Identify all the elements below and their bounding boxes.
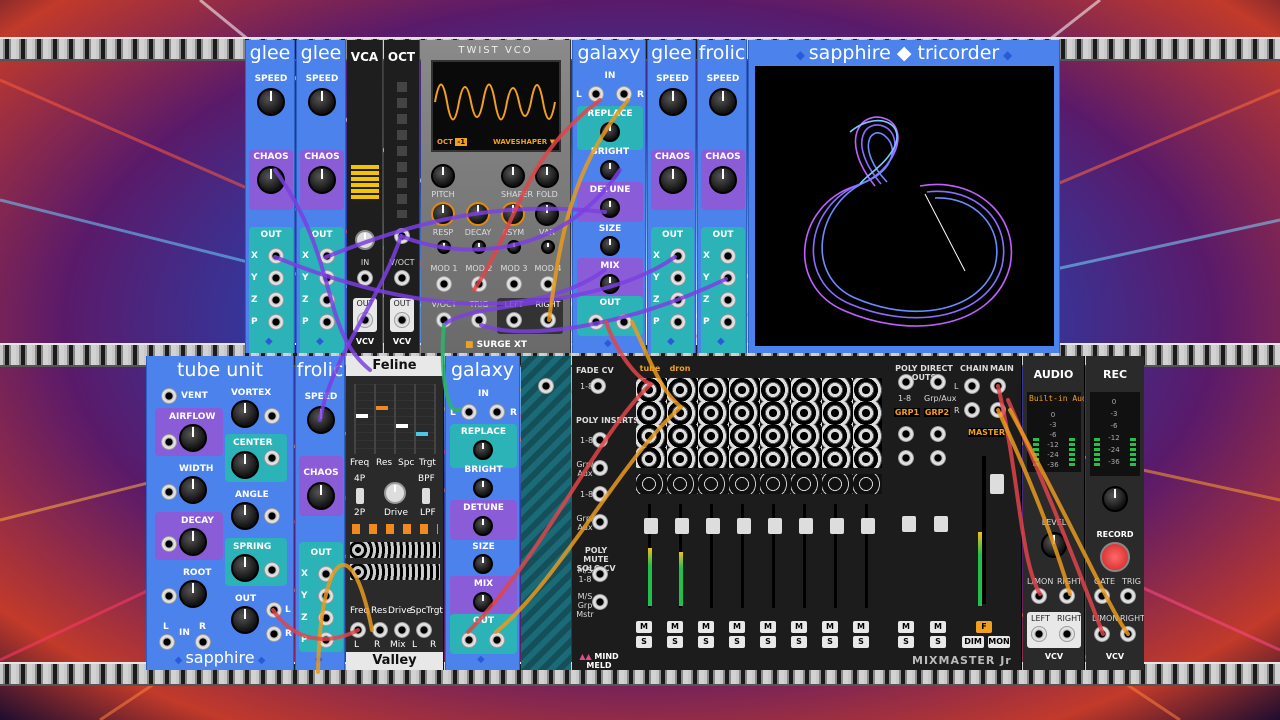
cable[interactable] xyxy=(472,98,602,292)
cable[interactable] xyxy=(494,405,683,634)
cable[interactable] xyxy=(466,382,653,634)
cable[interactable] xyxy=(271,608,360,641)
patch-cables xyxy=(271,98,1130,674)
cable[interactable] xyxy=(440,323,462,413)
cable[interactable] xyxy=(316,563,374,674)
cable[interactable] xyxy=(1008,408,1130,636)
cable[interactable] xyxy=(273,168,372,372)
cable[interactable] xyxy=(318,234,403,422)
